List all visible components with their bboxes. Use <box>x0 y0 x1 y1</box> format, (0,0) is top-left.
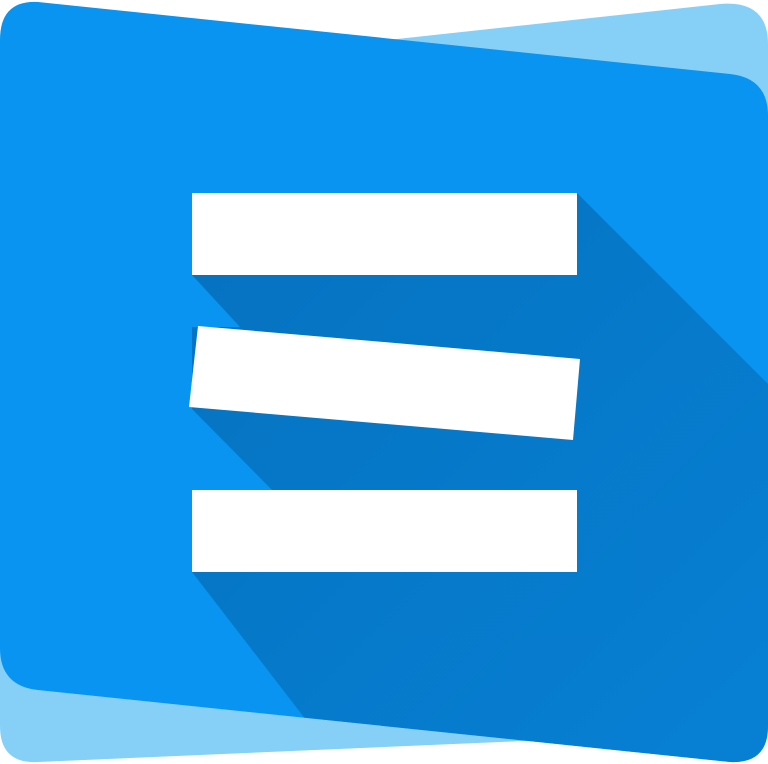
app-logo <box>0 0 768 764</box>
menu-bar-bottom <box>192 490 577 572</box>
menu-bar-top <box>192 193 577 275</box>
hamburger-menu-icon <box>0 1 768 763</box>
